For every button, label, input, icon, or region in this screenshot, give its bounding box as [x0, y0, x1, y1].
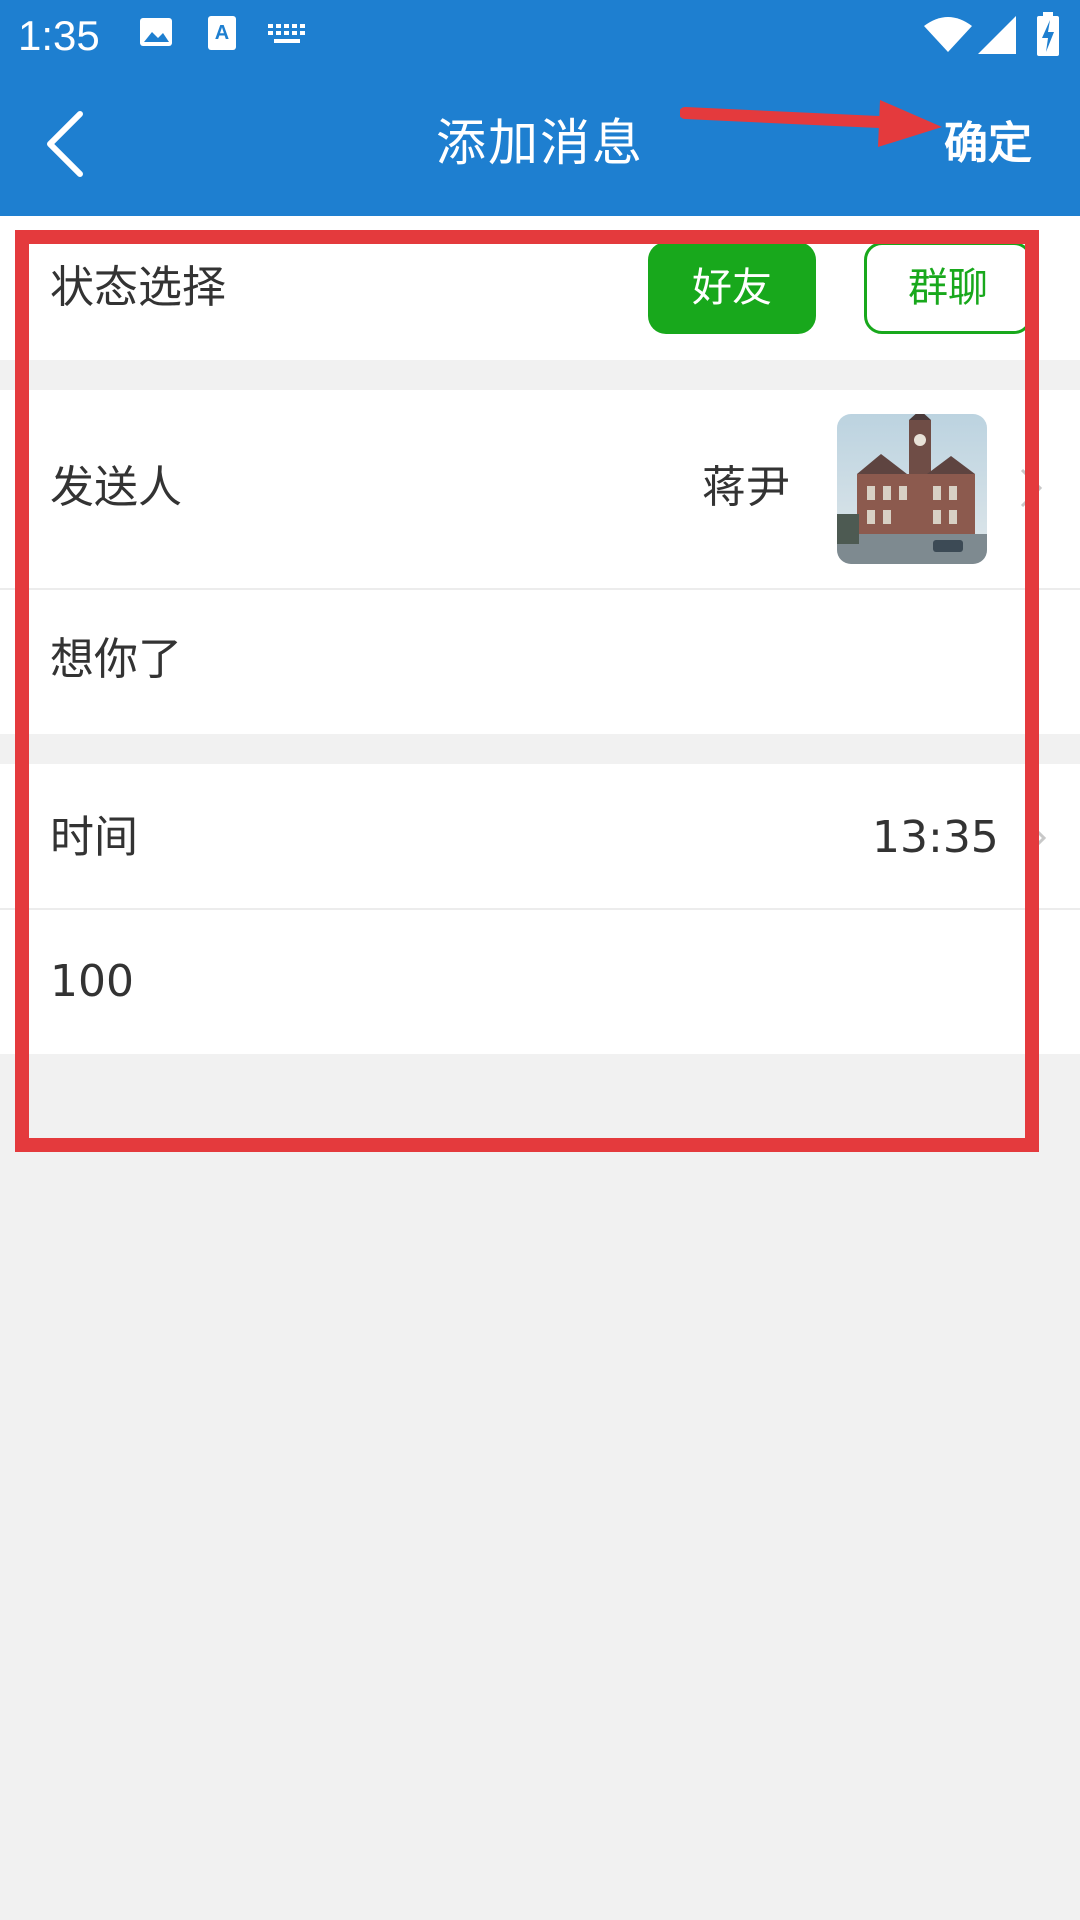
svg-text:A: A [215, 22, 229, 44]
keyboard-icon [268, 24, 305, 43]
wifi-icon [924, 17, 972, 52]
annotation-highlight-box [15, 230, 1039, 1152]
battery-charging-icon [1037, 12, 1059, 56]
status-bar: 1:35 A [0, 0, 1080, 72]
status-time: 1:35 [18, 12, 100, 59]
cell-signal-icon [978, 16, 1016, 54]
confirm-button[interactable]: 确定 [944, 114, 1032, 174]
image-icon [140, 18, 172, 46]
text-input-icon: A [208, 16, 236, 50]
annotation-arrow [680, 100, 942, 147]
